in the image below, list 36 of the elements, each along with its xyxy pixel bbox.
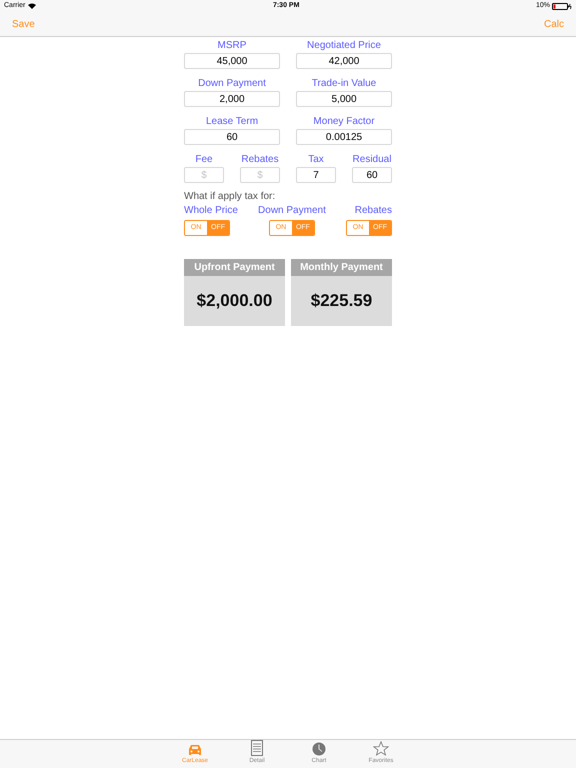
calc-button[interactable]: Calc [544, 16, 564, 32]
battery-icon [552, 2, 572, 10]
result-header: Upfront Payment [184, 259, 285, 276]
clock-icon [312, 742, 326, 756]
field-label: Lease Term [206, 115, 258, 129]
toggle-label: Whole Price [184, 204, 238, 218]
input-field[interactable]: 60 [352, 167, 392, 183]
tax-prompt: What if apply tax for: [184, 190, 276, 204]
toggle-label: Down Payment [258, 204, 326, 218]
field-label: Down Payment [198, 77, 266, 91]
field-label: Tax [308, 153, 324, 167]
input-field[interactable]: 2,000 [184, 91, 280, 107]
field-label: Trade-in Value [312, 77, 376, 91]
toggle-label: Rebates [354, 204, 392, 218]
input-field[interactable]: $ [240, 167, 280, 183]
document-icon [251, 740, 263, 756]
result-value: $225.59 [291, 276, 392, 326]
input-field[interactable]: $ [184, 167, 224, 183]
result-value: $2,000.00 [184, 276, 285, 326]
input-field[interactable]: 60 [184, 129, 280, 145]
result-header: Monthly Payment [291, 259, 392, 276]
field-label: Rebates [241, 153, 279, 167]
wifi-icon [28, 3, 36, 9]
input-field[interactable]: 42,000 [296, 53, 392, 69]
field-label: Fee [195, 153, 213, 167]
field-label: Money Factor [313, 115, 375, 129]
input-field[interactable]: 0.00125 [296, 129, 392, 145]
input-field[interactable]: 7 [296, 167, 336, 183]
save-button[interactable]: Save [12, 16, 35, 32]
field-label: Negotiated Price [307, 39, 381, 53]
input-field[interactable]: 5,000 [296, 91, 392, 107]
field-label: MSRP [218, 39, 246, 53]
car-icon [188, 744, 202, 756]
input-field[interactable]: 45,000 [184, 53, 280, 69]
star-icon [373, 741, 389, 756]
field-label: Residual [352, 153, 392, 167]
